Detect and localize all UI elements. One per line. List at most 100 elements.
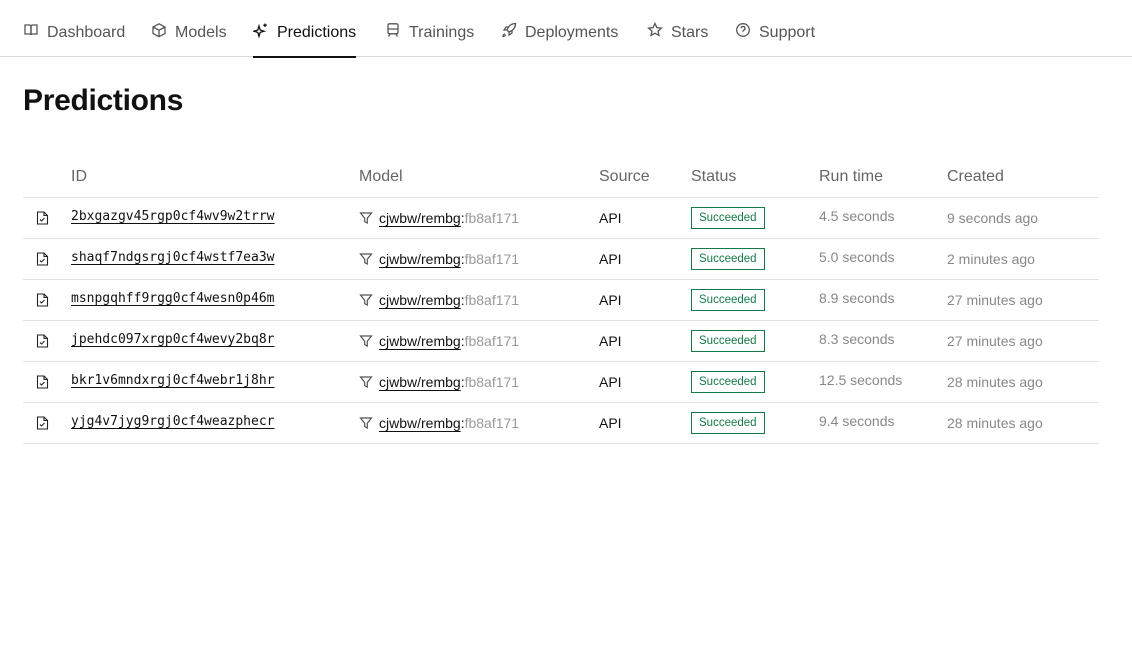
table-row: yjg4v7jyg9rgj0cf4weazphecr cjwbw/rembg: f…	[23, 403, 1099, 444]
tab-label: Dashboard	[47, 23, 126, 41]
top-nav: Dashboard Models Predictions Trainings D…	[0, 0, 1132, 58]
tab-label: Support	[759, 23, 816, 41]
help-circle-icon	[735, 22, 751, 38]
model-version: fb8af171	[464, 374, 520, 390]
model-version: fb8af171	[464, 415, 520, 431]
tab-label: Predictions	[277, 23, 357, 41]
created-value: 2 minutes ago	[947, 251, 1035, 267]
table-row: bkr1v6mndxrgj0cf4webr1j8hr cjwbw/rembg: f…	[23, 362, 1099, 403]
prediction-id-link[interactable]: msnpgqhff9rgg0cf4wesn0p46m	[71, 278, 275, 318]
prediction-id-link[interactable]: jpehdc097xrgp0cf4wevy2bq8r	[71, 319, 275, 359]
column-header-source: Source	[599, 168, 650, 185]
status-badge: Succeeded	[691, 412, 765, 434]
table-row: 2bxgazgv45rgp0cf4wv9w2trrw cjwbw/rembg: f…	[23, 198, 1099, 239]
tab-deployments[interactable]: Deployments	[501, 0, 618, 57]
book-icon	[23, 22, 39, 38]
model-version: fb8af171	[464, 292, 520, 308]
created-value: 27 minutes ago	[947, 333, 1043, 349]
column-header-created: Created	[947, 168, 1004, 185]
prediction-id-link[interactable]: shaqf7ndgsrgj0cf4wstf7ea3w	[71, 237, 275, 277]
tab-label: Models	[175, 23, 227, 41]
filter-icon[interactable]	[359, 334, 373, 348]
status-cell: Succeeded	[691, 321, 765, 361]
tab-label: Trainings	[409, 23, 475, 41]
column-header-model: Model	[359, 168, 403, 185]
table-body: 2bxgazgv45rgp0cf4wv9w2trrw cjwbw/rembg: f…	[23, 198, 1099, 444]
status-badge: Succeeded	[691, 371, 765, 393]
status-cell: Succeeded	[691, 403, 765, 443]
filter-icon[interactable]	[359, 293, 373, 307]
filter-icon[interactable]	[359, 416, 373, 430]
model-link[interactable]: cjwbw/rembg	[379, 415, 461, 431]
model-link[interactable]: cjwbw/rembg	[379, 374, 461, 390]
model-cell: cjwbw/rembg: fb8af171	[359, 362, 519, 402]
created-value: 28 minutes ago	[947, 374, 1043, 390]
status-cell: Succeeded	[691, 280, 765, 320]
tab-models[interactable]: Models	[151, 0, 227, 57]
status-cell: Succeeded	[691, 198, 765, 238]
model-cell: cjwbw/rembg: fb8af171	[359, 403, 519, 443]
runtime-value: 8.3 seconds	[819, 331, 895, 347]
model-link[interactable]: cjwbw/rembg	[379, 251, 461, 267]
train-icon	[385, 22, 401, 38]
table-row: shaqf7ndgsrgj0cf4wstf7ea3w cjwbw/rembg: f…	[23, 239, 1099, 280]
model-cell: cjwbw/rembg: fb8af171	[359, 280, 519, 320]
file-icon	[36, 198, 50, 238]
source-value: API	[599, 292, 622, 308]
star-icon	[647, 21, 663, 38]
runtime-value: 5.0 seconds	[819, 249, 895, 265]
source-value: API	[599, 374, 622, 390]
status-cell: Succeeded	[691, 362, 765, 402]
rocket-icon	[501, 22, 517, 38]
source-value: API	[599, 210, 622, 226]
model-link[interactable]: cjwbw/rembg	[379, 292, 461, 308]
created-value: 9 seconds ago	[947, 210, 1039, 226]
tab-label: Stars	[671, 23, 709, 41]
prediction-id-link[interactable]: 2bxgazgv45rgp0cf4wv9w2trrw	[71, 196, 275, 236]
status-badge: Succeeded	[691, 289, 765, 311]
tab-label: Deployments	[525, 23, 619, 41]
filter-icon[interactable]	[359, 211, 373, 225]
source-value: API	[599, 251, 622, 267]
filter-icon[interactable]	[359, 252, 373, 266]
tab-support[interactable]: Support	[735, 0, 815, 57]
model-link[interactable]: cjwbw/rembg	[379, 210, 461, 226]
status-badge: Succeeded	[691, 207, 765, 229]
file-icon	[36, 403, 50, 443]
file-icon	[36, 239, 50, 279]
tab-trainings[interactable]: Trainings	[385, 0, 474, 57]
source-value: API	[599, 415, 622, 431]
model-version: fb8af171	[464, 210, 520, 226]
tab-predictions[interactable]: Predictions	[253, 0, 357, 58]
model-version: fb8af171	[464, 333, 520, 349]
status-badge: Succeeded	[691, 248, 765, 270]
table-row: jpehdc097xrgp0cf4wevy2bq8r cjwbw/rembg: f…	[23, 321, 1099, 362]
status-cell: Succeeded	[691, 239, 765, 279]
created-value: 28 minutes ago	[947, 415, 1043, 431]
source-value: API	[599, 333, 622, 349]
runtime-value: 4.5 seconds	[819, 208, 895, 224]
status-badge: Succeeded	[691, 330, 765, 352]
page-title: Predictions	[23, 84, 184, 117]
filter-icon[interactable]	[359, 375, 373, 389]
cube-icon	[151, 22, 167, 38]
created-value: 27 minutes ago	[947, 292, 1043, 308]
column-header-id: ID	[71, 168, 87, 185]
table-header: ID Model Source Status Run time Created	[23, 156, 1099, 198]
column-header-status: Status	[691, 168, 737, 185]
sparkle-icon	[253, 22, 269, 38]
model-link[interactable]: cjwbw/rembg	[379, 333, 461, 349]
runtime-value: 9.4 seconds	[819, 413, 895, 429]
file-icon	[36, 321, 50, 361]
model-cell: cjwbw/rembg: fb8af171	[359, 198, 519, 238]
model-version: fb8af171	[464, 251, 520, 267]
runtime-value: 8.9 seconds	[819, 290, 895, 306]
model-cell: cjwbw/rembg: fb8af171	[359, 239, 519, 279]
file-icon	[36, 280, 50, 320]
table-row: msnpgqhff9rgg0cf4wesn0p46m cjwbw/rembg: f…	[23, 280, 1099, 321]
tab-dashboard[interactable]: Dashboard	[23, 0, 125, 57]
prediction-id-link[interactable]: bkr1v6mndxrgj0cf4webr1j8hr	[71, 360, 275, 400]
prediction-id-link[interactable]: yjg4v7jyg9rgj0cf4weazphecr	[71, 401, 275, 441]
tab-stars[interactable]: Stars	[647, 0, 708, 57]
runtime-value: 12.5 seconds	[819, 372, 903, 388]
